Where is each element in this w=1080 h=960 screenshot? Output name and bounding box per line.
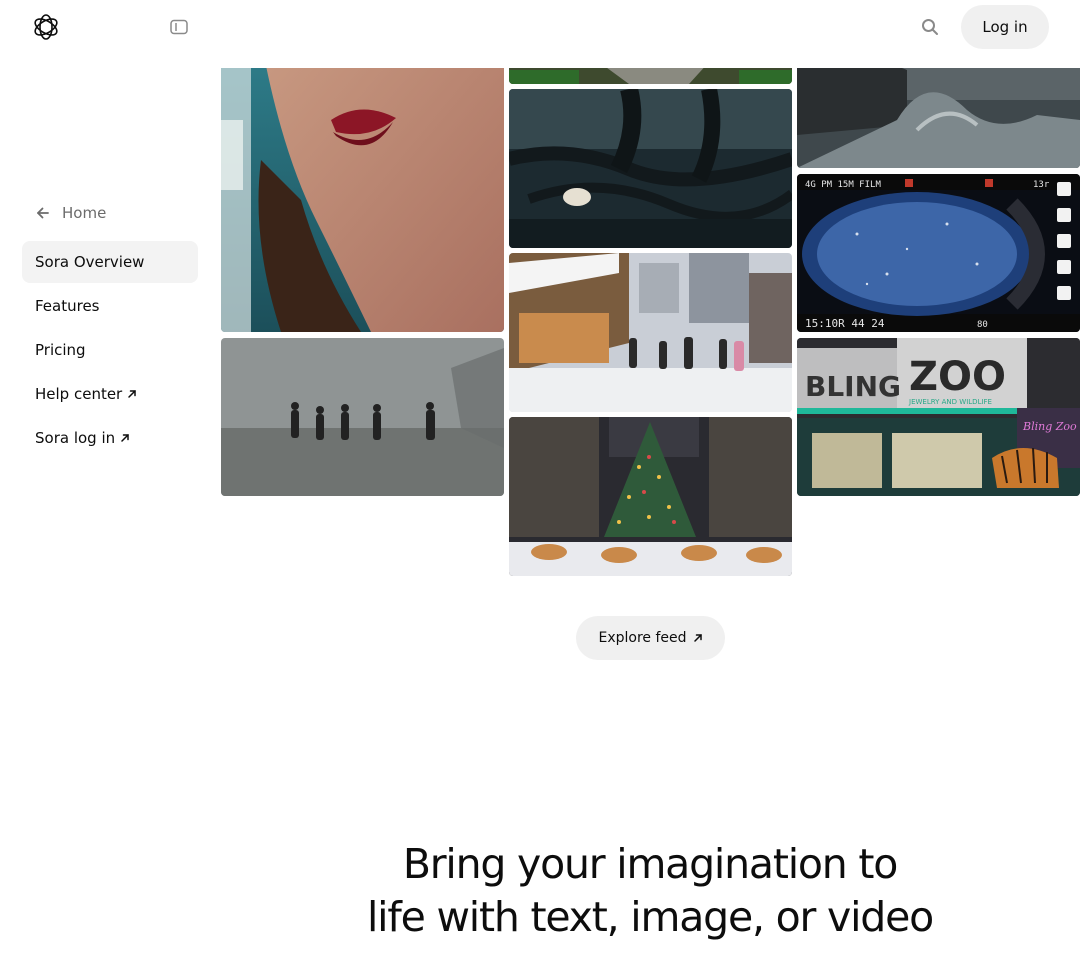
film-strip-bottom-right-text: 80 bbox=[977, 320, 988, 330]
openai-logo-icon[interactable] bbox=[30, 11, 62, 43]
gallery-tile-woman-portrait[interactable] bbox=[221, 40, 504, 332]
sidebar: Home Sora Overview Features Pricing Help… bbox=[22, 196, 198, 461]
gallery-tile-bling-zoo[interactable]: BLING ZOO JEWELRY AND WILDLIFE Bling Zoo bbox=[797, 338, 1080, 496]
sidebar-toggle-icon[interactable] bbox=[170, 18, 188, 36]
jewelry-wildlife-text: JEWELRY AND WILDLIFE bbox=[908, 398, 992, 406]
gallery-tile-tree-roots[interactable] bbox=[509, 89, 792, 248]
film-strip-top-text: 4G PM 15M FILM bbox=[805, 180, 881, 190]
sidebar-item-label: Sora Overview bbox=[35, 253, 145, 271]
film-strip-top-right-text: 13r bbox=[1033, 180, 1050, 190]
christmas-tree-image bbox=[509, 417, 792, 576]
sidebar-item-pricing[interactable]: Pricing bbox=[22, 329, 198, 371]
sidebar-item-label: Sora log in bbox=[35, 429, 116, 447]
bling-zoo-neon-text: Bling Zoo bbox=[1022, 420, 1077, 433]
external-link-icon bbox=[127, 389, 137, 399]
film-strip-bottom-text: 15:10R 44 24 bbox=[805, 317, 885, 330]
search-icon[interactable] bbox=[920, 17, 940, 37]
woman-portrait-image bbox=[221, 40, 504, 332]
snowy-market-image bbox=[509, 253, 792, 412]
sidebar-item-label: Help center bbox=[35, 385, 123, 403]
gallery-tile-christmas-tree[interactable] bbox=[509, 417, 792, 576]
sidebar-item-label: Pricing bbox=[35, 341, 86, 359]
hero-line-1: Bring your imagination to bbox=[402, 840, 899, 888]
sidebar-item-label: Features bbox=[35, 297, 100, 315]
top-bar: Log in bbox=[0, 0, 1080, 68]
explore-feed-button[interactable]: Explore feed bbox=[576, 616, 725, 660]
sidebar-item-features[interactable]: Features bbox=[22, 285, 198, 327]
hero-line-2: life with text, image, or video bbox=[366, 893, 934, 941]
explore-feed-label: Explore feed bbox=[598, 630, 687, 646]
sidebar-item-sora-log-in[interactable]: Sora log in bbox=[22, 417, 198, 459]
space-film-strip-image: 4G PM 15M FILM 13r 15:10R 44 24 80 bbox=[797, 174, 1080, 332]
hero-heading: Bring your imagination to life with text… bbox=[300, 838, 1000, 944]
tree-roots-image bbox=[509, 89, 792, 248]
bling-sign-text: BLING bbox=[805, 370, 901, 403]
external-link-icon bbox=[693, 633, 703, 643]
sidebar-item-help-center[interactable]: Help center bbox=[22, 373, 198, 415]
home-link[interactable]: Home bbox=[22, 196, 198, 230]
bling-zoo-image: BLING ZOO JEWELRY AND WILDLIFE Bling Zoo bbox=[797, 338, 1080, 496]
gallery-tile-fog-walkers[interactable] bbox=[221, 338, 504, 496]
arrow-left-icon bbox=[36, 206, 50, 220]
sidebar-nav: Sora Overview Features Pricing Help cent… bbox=[22, 241, 198, 459]
home-label: Home bbox=[62, 204, 107, 222]
sidebar-item-sora-overview[interactable]: Sora Overview bbox=[22, 241, 198, 283]
fog-walkers-image bbox=[221, 338, 504, 496]
login-button[interactable]: Log in bbox=[961, 5, 1049, 49]
zoo-sign-text: ZOO bbox=[909, 354, 1006, 400]
external-link-icon bbox=[120, 433, 130, 443]
gallery-tile-snowy-market[interactable] bbox=[509, 253, 792, 412]
gallery-tile-space-film-strip[interactable]: 4G PM 15M FILM 13r 15:10R 44 24 80 bbox=[797, 174, 1080, 332]
